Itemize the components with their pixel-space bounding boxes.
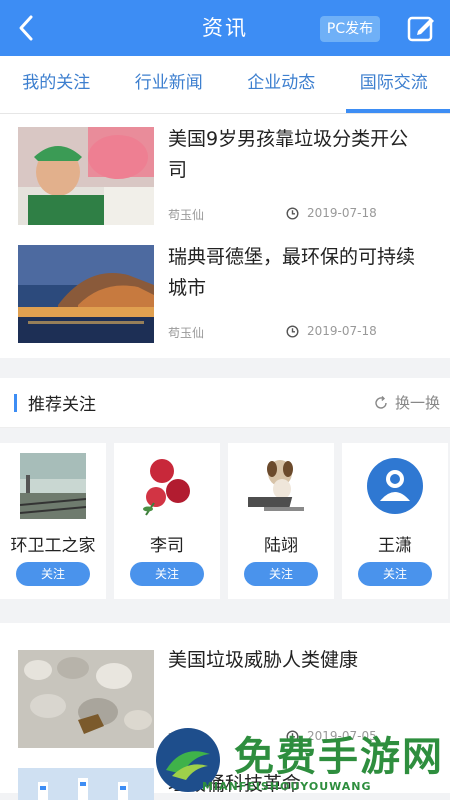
- news-item[interactable]: 瑞典哥德堡，最环保的可持续城市 苟玉仙 2019-07-18: [0, 240, 450, 358]
- news-date-text: 2019-07-05: [307, 729, 377, 743]
- card-name: 环卫工之家: [10, 536, 96, 556]
- tab-company-news[interactable]: 企业动态: [225, 56, 338, 113]
- news-thumbnail: [18, 127, 154, 225]
- refresh-label: 换一换: [394, 394, 440, 412]
- news-author: 苟玉仙: [168, 208, 205, 222]
- follow-button[interactable]: 关注: [358, 562, 432, 586]
- card-image: [134, 453, 200, 519]
- news-thumbnail: [18, 650, 154, 748]
- news-list-2: 美国垃圾威胁人类健康 苟玉仙 2019-07-05 垃圾桶科技革命: [0, 623, 450, 800]
- recommend-header: 推荐关注 换一换: [0, 378, 450, 428]
- news-item[interactable]: 美国垃圾威胁人类健康 苟玉仙 2019-07-05: [0, 645, 450, 763]
- refresh-button[interactable]: 换一换: [373, 392, 440, 413]
- card-name: 王潇: [378, 536, 412, 556]
- recommend-cards: 环卫工之家 关注 李司 关注 陆翊 关注 王潇 关注: [0, 428, 450, 611]
- news-date-text: 2019-07-18: [307, 206, 377, 220]
- news-title: 美国垃圾威胁人类健康: [168, 649, 359, 671]
- news-title: 垃圾桶科技革命: [168, 773, 302, 795]
- recommend-card[interactable]: 李司 关注: [114, 443, 220, 599]
- news-thumbnail: [18, 245, 154, 343]
- news-author: 苟玉仙: [168, 731, 205, 745]
- refresh-icon: [375, 395, 387, 409]
- clock-icon: [286, 729, 299, 743]
- news-thumbnail: [18, 768, 154, 800]
- section-marker: [14, 394, 17, 412]
- news-date: 2019-07-18: [286, 206, 377, 220]
- category-tabs: 我的关注 行业新闻 企业动态 国际交流: [0, 56, 450, 114]
- news-date: 2019-07-05: [286, 729, 377, 743]
- tab-my-follow[interactable]: 我的关注: [0, 56, 113, 113]
- card-name: 李司: [150, 536, 184, 556]
- news-title: 美国9岁男孩靠垃圾分类开公司: [168, 128, 409, 181]
- top-bar: 资讯 PC发布: [0, 0, 450, 56]
- card-image: [248, 453, 314, 519]
- news-title: 瑞典哥德堡，最环保的可持续城市: [168, 246, 416, 299]
- follow-button[interactable]: 关注: [244, 562, 318, 586]
- edit-icon: [407, 16, 434, 42]
- news-list: 美国9岁男孩靠垃圾分类开公司 苟玉仙 2019-07-18 瑞典哥德堡，最环保的…: [0, 114, 450, 358]
- recommend-card[interactable]: 王潇 关注: [342, 443, 448, 599]
- news-item[interactable]: 垃圾桶科技革命: [0, 763, 450, 800]
- news-item[interactable]: 美国9岁男孩靠垃圾分类开公司 苟玉仙 2019-07-18: [0, 122, 450, 240]
- recommend-title: 推荐关注: [28, 395, 96, 415]
- default-avatar-icon: [362, 453, 428, 519]
- page-title: 资讯: [202, 16, 248, 40]
- tab-industry-news[interactable]: 行业新闻: [113, 56, 226, 113]
- news-date-text: 2019-07-18: [307, 324, 377, 338]
- card-name: 陆翊: [264, 536, 298, 556]
- clock-icon: [286, 324, 299, 338]
- recommend-card[interactable]: 陆翊 关注: [228, 443, 334, 599]
- tab-international[interactable]: 国际交流: [338, 56, 450, 113]
- news-author: 苟玉仙: [168, 326, 205, 340]
- follow-button[interactable]: 关注: [16, 562, 90, 586]
- card-image: [20, 453, 86, 519]
- follow-button[interactable]: 关注: [130, 562, 204, 586]
- clock-icon: [286, 206, 299, 220]
- compose-button[interactable]: [406, 13, 436, 43]
- section-divider: [0, 358, 450, 378]
- pc-publish-button[interactable]: PC发布: [320, 16, 380, 42]
- recommend-card[interactable]: 环卫工之家 关注: [0, 443, 106, 599]
- news-date: 2019-07-18: [286, 324, 377, 338]
